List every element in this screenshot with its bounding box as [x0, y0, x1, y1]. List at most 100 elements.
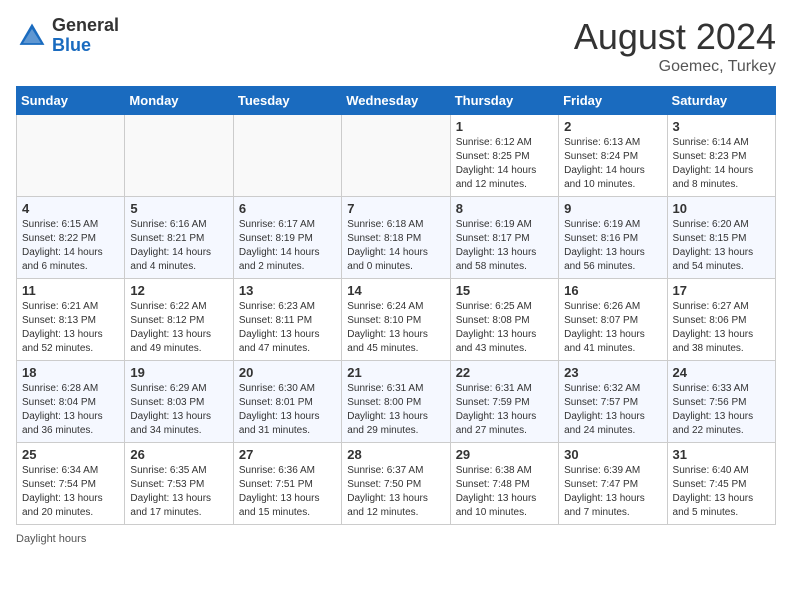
day-number: 25 [22, 447, 119, 462]
day-number: 16 [564, 283, 661, 298]
day-number: 21 [347, 365, 444, 380]
calendar-day-cell: 13Sunrise: 6:23 AMSunset: 8:11 PMDayligh… [233, 279, 341, 361]
calendar-day-cell: 10 Sunrise: 6:20 AMSunset: 8:15 PMDayligh… [667, 197, 775, 279]
calendar-day-cell: 29 Sunrise: 6:38 AMSunset: 7:48 PMDayligh… [450, 443, 558, 525]
calendar-header-cell: Thursday [450, 87, 558, 115]
day-info: Sunrise: 6:21 AMSunset: 8:13 PMDaylight:… [22, 300, 119, 356]
calendar-day-cell: 22 Sunrise: 6:31 AMSunset: 7:59 PMDayligh… [450, 361, 558, 443]
day-info: Sunrise: 6:31 AMSunset: 7:59 PMDaylight:… [456, 382, 553, 438]
calendar-day-cell [125, 115, 233, 197]
day-number: 8 [456, 201, 553, 216]
calendar-body: 1 Sunrise: 6:12 AMSunset: 8:25 PMDaylight… [17, 115, 776, 525]
footer-label: Daylight hours [16, 533, 86, 545]
logo-blue-text: Blue [52, 36, 119, 56]
calendar-header-cell: Saturday [667, 87, 775, 115]
day-number: 3 [673, 119, 770, 134]
day-info: Sunrise: 6:36 AMSunset: 7:51 PMDaylight:… [239, 464, 336, 520]
day-info: Sunrise: 6:40 AMSunset: 7:45 PMDaylight:… [673, 464, 770, 520]
calendar-day-cell: 30 Sunrise: 6:39 AMSunset: 7:47 PMDayligh… [559, 443, 667, 525]
calendar-week-row: 18Sunrise: 6:28 AMSunset: 8:04 PMDayligh… [17, 361, 776, 443]
page-header: General Blue August 2024 Goemec, Turkey [16, 16, 776, 76]
day-number: 9 [564, 201, 661, 216]
day-number: 19 [130, 365, 227, 380]
day-number: 1 [456, 119, 553, 134]
calendar-day-cell: 14Sunrise: 6:24 AMSunset: 8:10 PMDayligh… [342, 279, 450, 361]
calendar-subtitle: Goemec, Turkey [574, 58, 776, 76]
calendar-day-cell: 27 Sunrise: 6:36 AMSunset: 7:51 PMDayligh… [233, 443, 341, 525]
day-info: Sunrise: 6:25 AMSunset: 8:08 PMDaylight:… [456, 300, 553, 356]
day-info: Sunrise: 6:18 AMSunset: 8:18 PMDaylight:… [347, 218, 444, 274]
day-number: 15 [456, 283, 553, 298]
calendar-header-row: SundayMondayTuesdayWednesdayThursdayFrid… [17, 87, 776, 115]
calendar-day-cell: 11 Sunrise: 6:21 AMSunset: 8:13 PMDayligh… [17, 279, 125, 361]
day-info: Sunrise: 6:22 AMSunset: 8:12 PMDaylight:… [130, 300, 227, 356]
calendar-day-cell: 5 Sunrise: 6:16 AMSunset: 8:21 PMDaylight… [125, 197, 233, 279]
calendar-day-cell: 8 Sunrise: 6:19 AMSunset: 8:17 PMDaylight… [450, 197, 558, 279]
day-number: 6 [239, 201, 336, 216]
day-info: Sunrise: 6:34 AMSunset: 7:54 PMDaylight:… [22, 464, 119, 520]
day-info: Sunrise: 6:33 AMSunset: 7:56 PMDaylight:… [673, 382, 770, 438]
day-info: Sunrise: 6:14 AMSunset: 8:23 PMDaylight:… [673, 136, 770, 192]
day-info: Sunrise: 6:28 AMSunset: 8:04 PMDaylight:… [22, 382, 119, 438]
calendar-day-cell: 15 Sunrise: 6:25 AMSunset: 8:08 PMDayligh… [450, 279, 558, 361]
day-number: 14 [347, 283, 444, 298]
calendar-day-cell: 7Sunrise: 6:18 AMSunset: 8:18 PMDaylight… [342, 197, 450, 279]
calendar-day-cell: 31 Sunrise: 6:40 AMSunset: 7:45 PMDayligh… [667, 443, 775, 525]
day-number: 26 [130, 447, 227, 462]
day-info: Sunrise: 6:23 AMSunset: 8:11 PMDaylight:… [239, 300, 336, 356]
calendar-day-cell: 6 Sunrise: 6:17 AMSunset: 8:19 PMDaylight… [233, 197, 341, 279]
day-info: Sunrise: 6:39 AMSunset: 7:47 PMDaylight:… [564, 464, 661, 520]
day-number: 11 [22, 283, 119, 298]
logo-general-text: General [52, 16, 119, 36]
day-number: 27 [239, 447, 336, 462]
day-number: 12 [130, 283, 227, 298]
calendar-day-cell: 12 Sunrise: 6:22 AMSunset: 8:12 PMDayligh… [125, 279, 233, 361]
calendar-day-cell: 28 Sunrise: 6:37 AMSunset: 7:50 PMDayligh… [342, 443, 450, 525]
calendar-day-cell: 20 Sunrise: 6:30 AMSunset: 8:01 PMDayligh… [233, 361, 341, 443]
calendar-day-cell: 3 Sunrise: 6:14 AMSunset: 8:23 PMDaylight… [667, 115, 775, 197]
day-info: Sunrise: 6:29 AMSunset: 8:03 PMDaylight:… [130, 382, 227, 438]
day-number: 28 [347, 447, 444, 462]
day-number: 10 [673, 201, 770, 216]
logo: General Blue [16, 16, 119, 56]
calendar-day-cell [342, 115, 450, 197]
calendar-day-cell: 25 Sunrise: 6:34 AMSunset: 7:54 PMDayligh… [17, 443, 125, 525]
calendar-day-cell: 9 Sunrise: 6:19 AMSunset: 8:16 PMDaylight… [559, 197, 667, 279]
calendar-day-cell [17, 115, 125, 197]
day-info: Sunrise: 6:16 AMSunset: 8:21 PMDaylight:… [130, 218, 227, 274]
day-number: 23 [564, 365, 661, 380]
day-info: Sunrise: 6:17 AMSunset: 8:19 PMDaylight:… [239, 218, 336, 274]
day-info: Sunrise: 6:12 AMSunset: 8:25 PMDaylight:… [456, 136, 553, 192]
day-number: 20 [239, 365, 336, 380]
calendar-day-cell: 2Sunrise: 6:13 AMSunset: 8:24 PMDaylight… [559, 115, 667, 197]
calendar-day-cell [233, 115, 341, 197]
day-number: 5 [130, 201, 227, 216]
title-block: August 2024 Goemec, Turkey [574, 16, 776, 76]
calendar-day-cell: 18Sunrise: 6:28 AMSunset: 8:04 PMDayligh… [17, 361, 125, 443]
calendar-day-cell: 16 Sunrise: 6:26 AMSunset: 8:07 PMDayligh… [559, 279, 667, 361]
day-info: Sunrise: 6:38 AMSunset: 7:48 PMDaylight:… [456, 464, 553, 520]
calendar-header-cell: Wednesday [342, 87, 450, 115]
day-info: Sunrise: 6:30 AMSunset: 8:01 PMDaylight:… [239, 382, 336, 438]
day-info: Sunrise: 6:15 AMSunset: 8:22 PMDaylight:… [22, 218, 119, 274]
day-info: Sunrise: 6:19 AMSunset: 8:16 PMDaylight:… [564, 218, 661, 274]
day-number: 4 [22, 201, 119, 216]
day-info: Sunrise: 6:32 AMSunset: 7:57 PMDaylight:… [564, 382, 661, 438]
calendar-day-cell: 4 Sunrise: 6:15 AMSunset: 8:22 PMDaylight… [17, 197, 125, 279]
calendar-header-cell: Tuesday [233, 87, 341, 115]
day-number: 29 [456, 447, 553, 462]
day-info: Sunrise: 6:19 AMSunset: 8:17 PMDaylight:… [456, 218, 553, 274]
calendar-day-cell: 24Sunrise: 6:33 AMSunset: 7:56 PMDayligh… [667, 361, 775, 443]
day-info: Sunrise: 6:26 AMSunset: 8:07 PMDaylight:… [564, 300, 661, 356]
day-number: 22 [456, 365, 553, 380]
day-info: Sunrise: 6:27 AMSunset: 8:06 PMDaylight:… [673, 300, 770, 356]
day-number: 30 [564, 447, 661, 462]
calendar-header-cell: Friday [559, 87, 667, 115]
day-info: Sunrise: 6:20 AMSunset: 8:15 PMDaylight:… [673, 218, 770, 274]
day-number: 31 [673, 447, 770, 462]
calendar-title: August 2024 [574, 16, 776, 58]
calendar-day-cell: 1 Sunrise: 6:12 AMSunset: 8:25 PMDaylight… [450, 115, 558, 197]
day-info: Sunrise: 6:37 AMSunset: 7:50 PMDaylight:… [347, 464, 444, 520]
calendar-week-row: 4 Sunrise: 6:15 AMSunset: 8:22 PMDaylight… [17, 197, 776, 279]
calendar-header-cell: Monday [125, 87, 233, 115]
